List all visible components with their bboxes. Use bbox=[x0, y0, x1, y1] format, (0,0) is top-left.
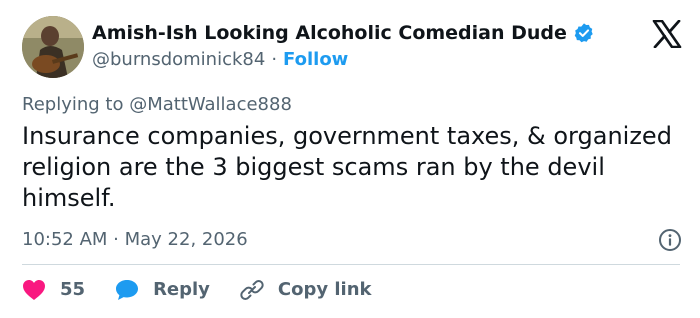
tweet-timestamp[interactable]: 10:52 AM · May 22, 2026 bbox=[22, 228, 248, 252]
handle-row: @burnsdominick84 · Follow bbox=[92, 48, 348, 72]
tweet-text: Insurance companies, government taxes, &… bbox=[22, 122, 672, 212]
info-icon[interactable] bbox=[658, 228, 682, 252]
like-button[interactable]: 55 bbox=[22, 277, 85, 303]
copy-link-label: Copy link bbox=[277, 279, 372, 300]
divider bbox=[22, 264, 680, 265]
avatar[interactable] bbox=[22, 16, 84, 78]
x-logo-icon[interactable] bbox=[652, 19, 682, 49]
link-icon bbox=[240, 280, 264, 300]
speech-bubble-icon bbox=[116, 280, 139, 300]
reply-button[interactable]: Reply bbox=[115, 277, 210, 303]
verified-badge-icon bbox=[573, 22, 595, 44]
author-handle[interactable]: @burnsdominick84 bbox=[92, 48, 265, 72]
follow-button[interactable]: Follow bbox=[283, 48, 348, 72]
like-count: 55 bbox=[60, 279, 86, 300]
reply-context[interactable]: Replying to @MattWallace888 bbox=[22, 93, 292, 117]
copy-link-button[interactable]: Copy link bbox=[240, 277, 372, 303]
author-name-row: Amish-Ish Looking Alcoholic Comedian Dud… bbox=[92, 20, 595, 46]
display-name[interactable]: Amish-Ish Looking Alcoholic Comedian Dud… bbox=[92, 20, 567, 46]
reply-label: Reply bbox=[153, 279, 210, 300]
action-bar: 55 Reply Copy link bbox=[22, 277, 402, 303]
heart-icon bbox=[23, 280, 45, 300]
separator-dot: · bbox=[271, 49, 278, 70]
